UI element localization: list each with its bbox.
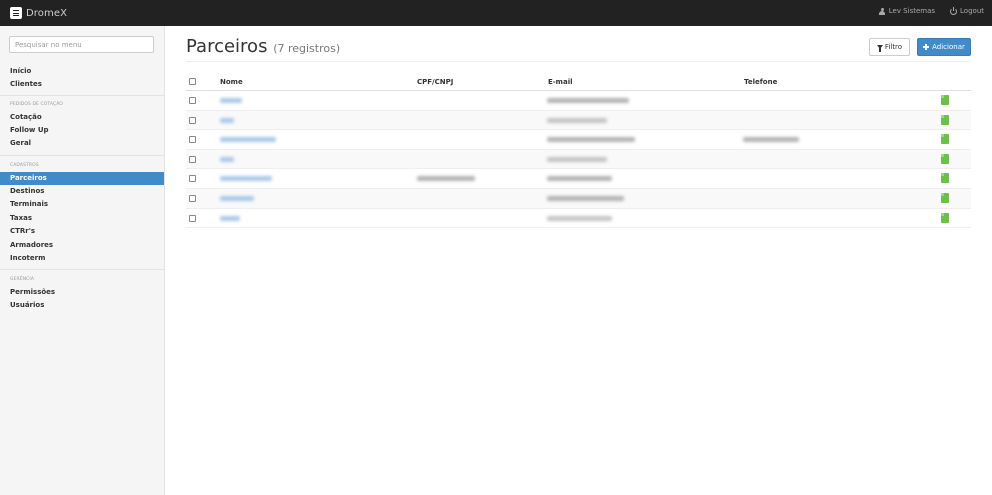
partner-phone xyxy=(743,137,799,143)
sidebar-item-parceiros[interactable]: Parceiros xyxy=(0,172,164,185)
partner-name-link[interactable] xyxy=(220,156,234,162)
partner-email xyxy=(547,98,629,103)
page-title-text: Parceiros xyxy=(186,36,268,57)
partner-name-link[interactable] xyxy=(220,98,242,103)
row-checkbox[interactable] xyxy=(189,214,196,222)
column-header-telefone[interactable]: Telefone xyxy=(744,78,777,86)
user-icon xyxy=(879,7,886,15)
sidebar-item-usuarios[interactable]: Usuários xyxy=(0,299,164,312)
sidebar-item-permissoes[interactable]: Permissões xyxy=(0,286,164,299)
brand[interactable]: DromeX xyxy=(10,6,67,20)
edit-icon[interactable] xyxy=(941,134,949,145)
sidebar-divider xyxy=(0,155,164,156)
plus-icon xyxy=(923,44,930,50)
table-row xyxy=(186,149,971,170)
top-navbar: DromeX Lev Sistemas Logout xyxy=(0,0,992,26)
sidebar-item-inicio[interactable]: Início xyxy=(0,65,164,78)
sidebar-item-cotacao[interactable]: Cotação xyxy=(0,111,164,124)
sidebar-item-armadores[interactable]: Armadores xyxy=(0,239,164,252)
power-icon xyxy=(950,6,958,15)
title-divider xyxy=(186,61,971,62)
sidebar-item-clientes[interactable]: Clientes xyxy=(0,78,164,91)
row-checkbox[interactable] xyxy=(189,97,196,104)
column-header-cpf-cnpj[interactable]: CPF/CNPJ xyxy=(417,78,453,86)
row-checkbox[interactable] xyxy=(189,155,196,163)
sidebar-section-title: CADASTROS xyxy=(10,163,39,168)
sidebar-item-follow-up[interactable]: Follow Up xyxy=(0,124,164,137)
sidebar-divider xyxy=(0,95,164,96)
record-count: (7 registros) xyxy=(273,42,341,55)
edit-icon[interactable] xyxy=(941,114,949,125)
partner-cpf-cnpj xyxy=(417,176,475,182)
list-icon xyxy=(10,7,22,19)
partners-table: Nome CPF/CNPJ E-mail Telefone xyxy=(186,73,971,229)
add-button[interactable]: Adicionar xyxy=(917,38,971,56)
row-checkbox[interactable] xyxy=(189,194,196,202)
filter-label: Filtro xyxy=(884,43,903,51)
partner-name-link[interactable] xyxy=(220,176,272,182)
sidebar-item-taxas[interactable]: Taxas xyxy=(0,212,164,225)
filter-button[interactable]: Filtro xyxy=(869,38,910,56)
table-row xyxy=(186,110,971,131)
edit-icon[interactable] xyxy=(941,212,949,223)
row-checkbox[interactable] xyxy=(189,175,196,183)
menu-search-input[interactable] xyxy=(9,36,154,53)
partner-name-link[interactable] xyxy=(220,195,254,201)
partner-email xyxy=(547,137,635,143)
sidebar-item-incoterm[interactable]: Incoterm xyxy=(0,252,164,265)
select-all-checkbox[interactable] xyxy=(189,78,196,85)
sidebar-item-ctrrs[interactable]: CTRr's xyxy=(0,225,164,238)
add-label: Adicionar xyxy=(932,43,965,51)
edit-icon[interactable] xyxy=(941,173,949,184)
partner-email xyxy=(547,195,624,201)
brand-name: DromeX xyxy=(26,7,68,19)
row-checkbox[interactable] xyxy=(189,116,196,124)
partner-name-link[interactable] xyxy=(220,117,234,123)
table-header: Nome CPF/CNPJ E-mail Telefone xyxy=(186,73,971,91)
partner-name-link[interactable] xyxy=(220,137,276,143)
table-row xyxy=(186,188,971,209)
funnel-icon xyxy=(876,45,883,52)
row-checkbox[interactable] xyxy=(189,136,196,144)
edit-icon[interactable] xyxy=(941,153,949,164)
sidebar-item-destinos[interactable]: Destinos xyxy=(0,185,164,198)
page-title: Parceiros (7 registros) xyxy=(186,36,340,57)
logout-link[interactable]: Logout xyxy=(950,6,984,15)
sidebar-divider xyxy=(0,269,164,270)
logout-label: Logout xyxy=(960,7,984,15)
partner-email xyxy=(547,215,612,221)
partner-name-link[interactable] xyxy=(220,215,240,221)
user-menu-link[interactable]: Lev Sistemas xyxy=(879,7,935,15)
column-header-nome[interactable]: Nome xyxy=(220,78,243,86)
sidebar-item-terminais[interactable]: Terminais xyxy=(0,198,164,211)
partner-email xyxy=(547,117,607,123)
table-row xyxy=(186,209,971,229)
table-row xyxy=(186,169,971,189)
main-content: Parceiros (7 registros) Filtro Adicionar… xyxy=(165,26,992,495)
sidebar-section-title: GERÊNCIA xyxy=(10,277,35,282)
sidebar-section-title: PEDIDOS DE COTAÇÃO xyxy=(10,102,63,107)
user-name: Lev Sistemas xyxy=(888,7,936,15)
sidebar-item-geral[interactable]: Geral xyxy=(0,137,164,150)
table-row xyxy=(186,91,971,111)
edit-icon[interactable] xyxy=(941,192,949,203)
column-header-email[interactable]: E-mail xyxy=(548,78,573,86)
edit-icon[interactable] xyxy=(941,95,949,105)
partner-email xyxy=(547,176,612,182)
sidebar: Início Clientes PEDIDOS DE COTAÇÃO Cotaç… xyxy=(0,26,165,495)
partner-email xyxy=(547,156,607,162)
table-row xyxy=(186,130,971,150)
